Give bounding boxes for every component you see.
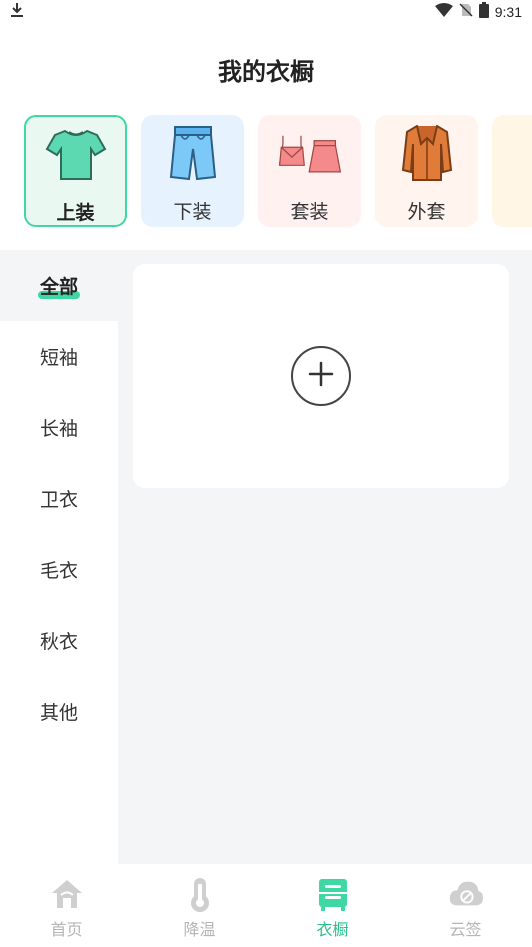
sidebar-item-long-sleeve[interactable]: 长袖 (0, 392, 118, 463)
status-bar: 9:31 (0, 0, 532, 24)
tab-home[interactable]: 首页 (0, 864, 133, 947)
tab-cooling[interactable]: 降温 (133, 864, 266, 947)
sidebar-item-label: 卫衣 (39, 489, 78, 511)
wardrobe-icon (315, 876, 351, 912)
jacket-icon (395, 123, 459, 183)
category-label: 上装 (56, 202, 95, 224)
battery-icon (478, 2, 489, 22)
category-strip: 上装 下装 套装 外套 (24, 115, 532, 227)
accessory-icon (512, 123, 532, 183)
sidebar-item-other[interactable]: 其他 (0, 676, 118, 747)
outfit-set-icon (278, 123, 342, 183)
add-clothing-button[interactable] (291, 346, 351, 406)
tab-label: 衣橱 (316, 920, 349, 939)
wifi-icon (434, 3, 453, 21)
cloud-sign-icon (448, 876, 484, 912)
add-clothing-card[interactable] (133, 264, 509, 488)
status-left (10, 2, 24, 22)
page-title: 我的衣橱 (218, 58, 314, 86)
category-label: 外套 (407, 201, 446, 223)
shorts-icon (161, 123, 225, 183)
sidebar-item-label: 全部 (39, 276, 78, 298)
sidebar-item-label: 毛衣 (39, 560, 78, 582)
category-sets[interactable]: 套装 (258, 115, 361, 227)
sidebar-item-label: 长袖 (39, 418, 78, 440)
sidebar-item-short-sleeve[interactable]: 短袖 (0, 321, 118, 392)
category-accessories[interactable]: 配 (492, 115, 532, 227)
sidebar-item-label: 秋衣 (39, 631, 78, 653)
sidebar-item-hoodie[interactable]: 卫衣 (0, 463, 118, 534)
category-label: 套装 (290, 201, 329, 223)
home-icon (49, 876, 85, 912)
sidebar-item-label: 短袖 (39, 347, 78, 369)
plus-icon (308, 361, 334, 391)
wardrobe-content: 全部 短袖 长袖 卫衣 毛衣 秋衣 其他 (0, 250, 532, 864)
bottom-tab-bar: 首页 降温 衣橱 云签 (0, 864, 532, 947)
status-time: 9:31 (494, 4, 522, 20)
download-icon (10, 2, 24, 22)
status-right: 9:31 (434, 2, 522, 22)
category-bottoms[interactable]: 下装 (141, 115, 244, 227)
tab-label: 首页 (50, 920, 83, 939)
tab-label: 降温 (183, 920, 216, 939)
subcategory-sidebar: 全部 短袖 长袖 卫衣 毛衣 秋衣 其他 (0, 250, 118, 864)
sidebar-item-thermal[interactable]: 秋衣 (0, 605, 118, 676)
category-tops[interactable]: 上装 (24, 115, 127, 227)
tshirt-icon (44, 125, 108, 184)
sidebar-item-sweater[interactable]: 毛衣 (0, 534, 118, 605)
no-sim-icon (459, 3, 473, 21)
tab-cloud-sign[interactable]: 云签 (399, 864, 532, 947)
category-outerwear[interactable]: 外套 (375, 115, 478, 227)
sidebar-item-all[interactable]: 全部 (0, 250, 118, 321)
tab-label: 云签 (449, 920, 482, 939)
sidebar-item-label: 其他 (39, 702, 78, 724)
tab-wardrobe[interactable]: 衣橱 (266, 864, 399, 947)
thermometer-icon (182, 876, 218, 912)
category-label: 下装 (173, 201, 212, 223)
